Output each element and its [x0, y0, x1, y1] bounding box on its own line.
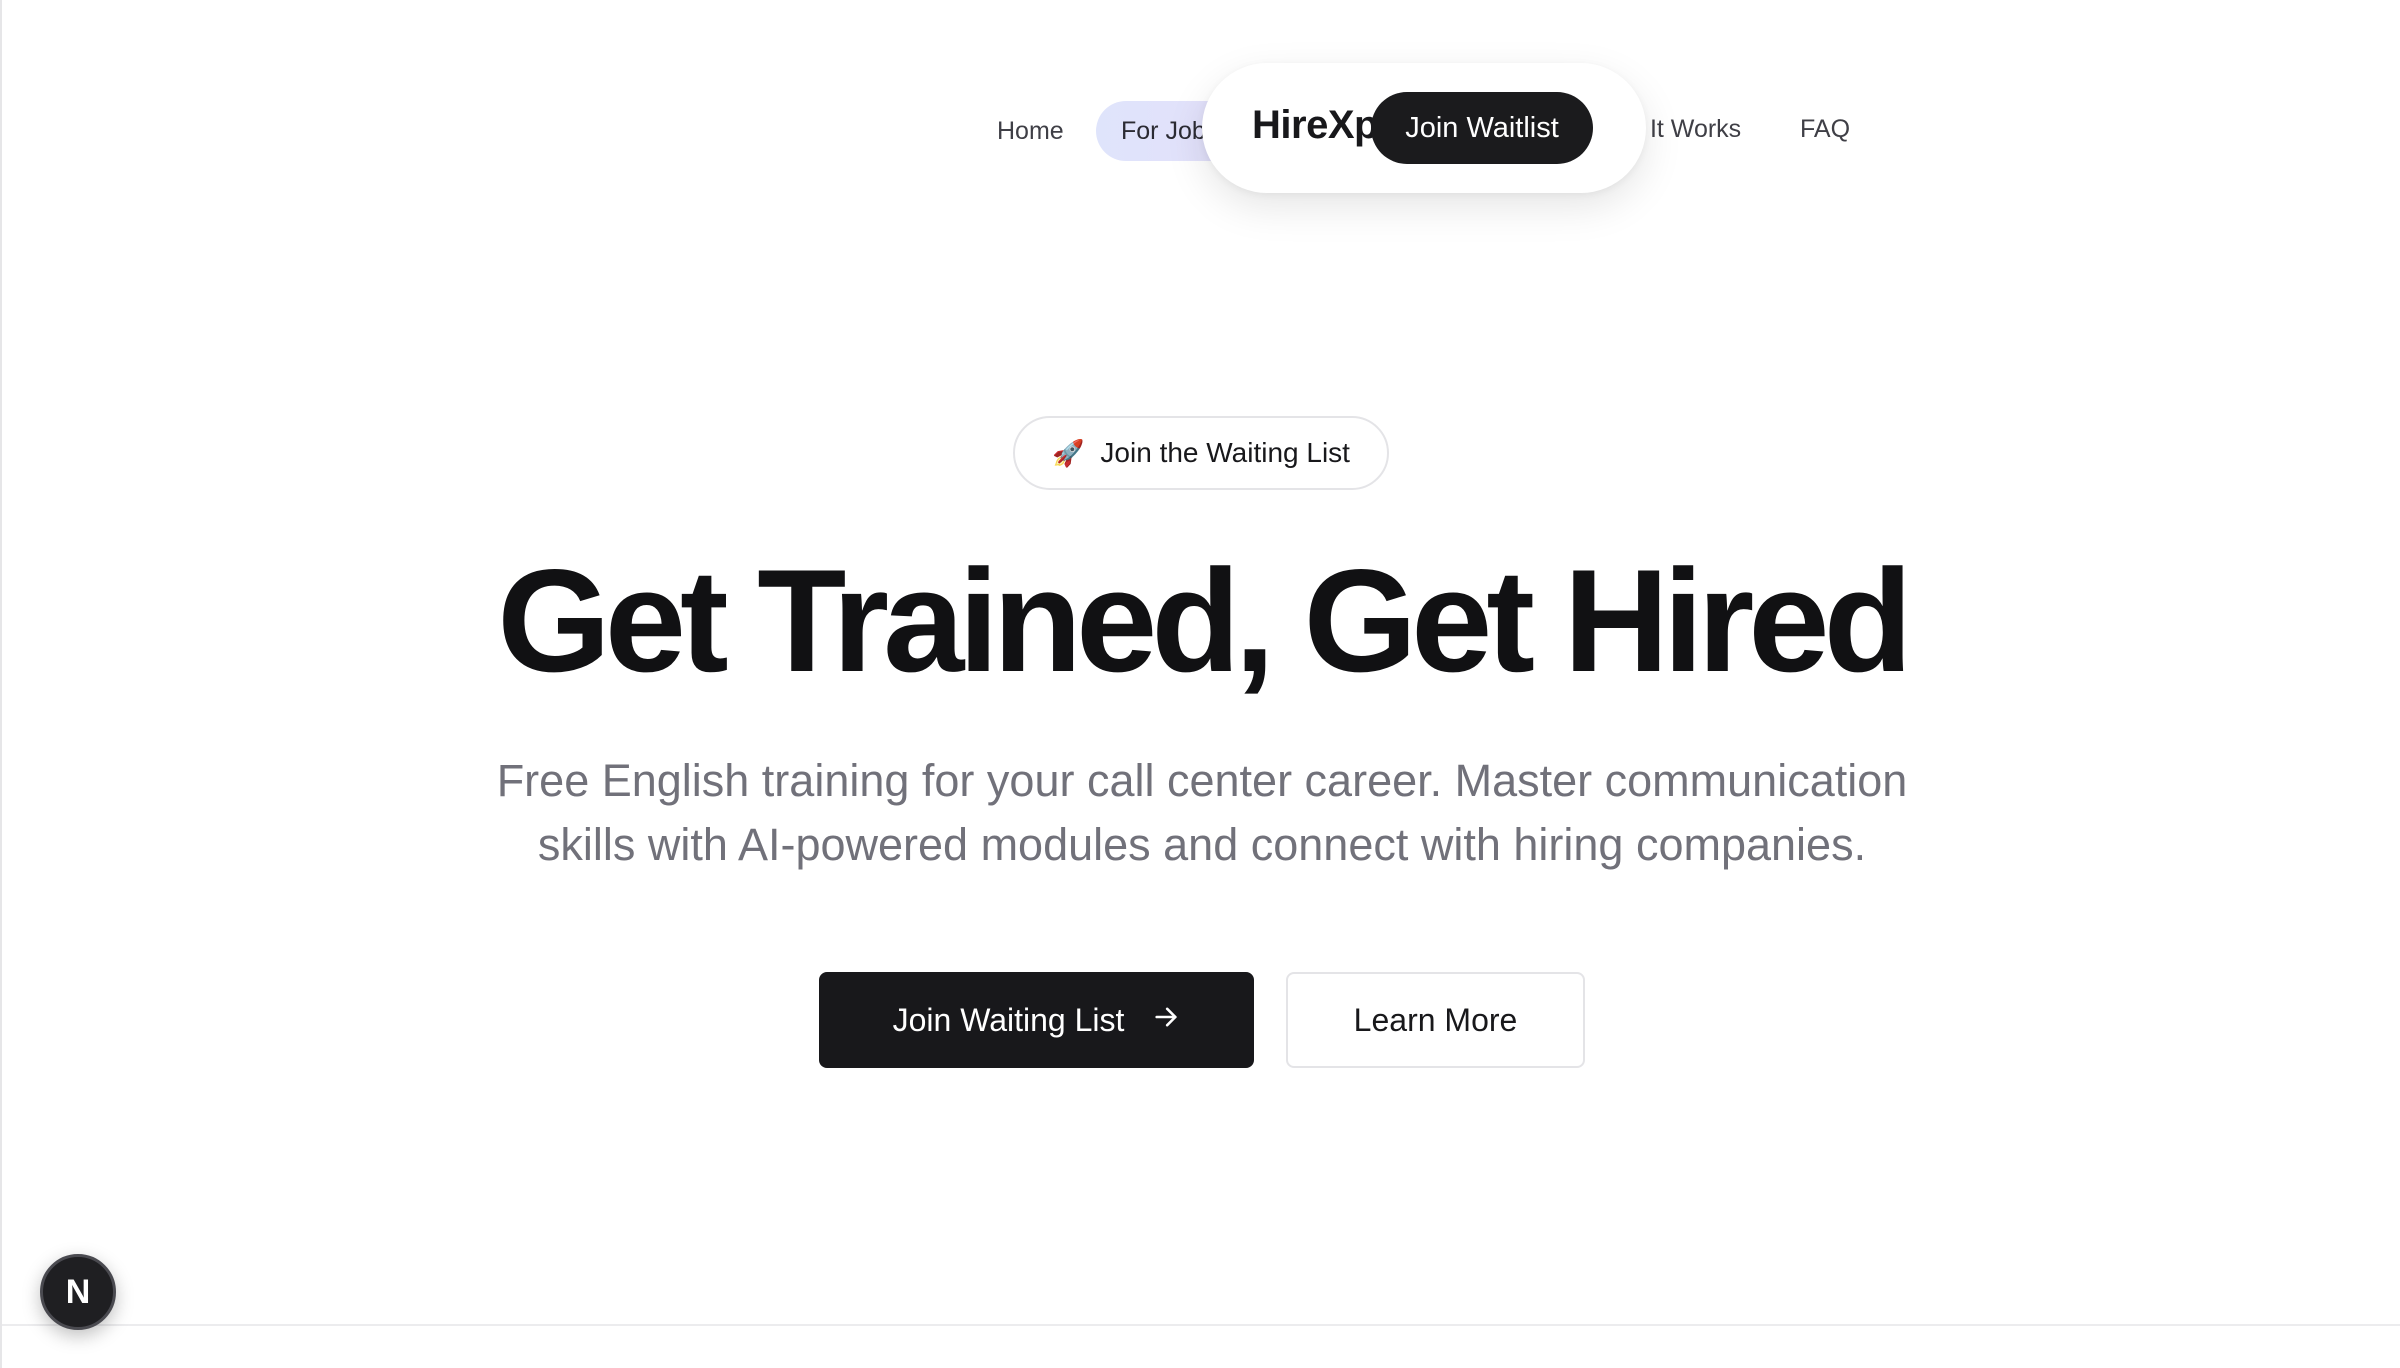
join-waiting-list-label: Join Waiting List: [892, 1001, 1125, 1038]
nav-link-faq[interactable]: FAQ: [1800, 117, 1850, 142]
rocket-icon: 🚀: [1052, 437, 1085, 468]
section-divider: [2, 1324, 2400, 1326]
hero-subtitle-line-1: Free English training for your call cent…: [496, 755, 1908, 806]
arrow-right-icon: [1152, 1002, 1180, 1039]
landing-page: Home For Job Seekers How It Works FAQ Hi…: [0, 0, 2400, 1368]
learn-more-button[interactable]: Learn More: [1286, 972, 1585, 1068]
badge-label: Join the Waiting List: [1100, 437, 1350, 468]
join-waitlist-button[interactable]: Join Waitlist: [1371, 92, 1593, 164]
waiting-list-badge[interactable]: 🚀 Join the Waiting List: [1013, 416, 1389, 490]
brand-logo[interactable]: HireXp: [1252, 105, 1378, 145]
nav-link-home[interactable]: Home: [997, 119, 1064, 144]
nextjs-icon[interactable]: N: [40, 1254, 116, 1330]
hero-headline: Get Trained, Get Hired: [497, 539, 1912, 702]
join-waiting-list-button[interactable]: Join Waiting List: [819, 972, 1254, 1068]
hero-subtitle-line-2: skills with AI-powered modules and conne…: [537, 819, 1867, 870]
